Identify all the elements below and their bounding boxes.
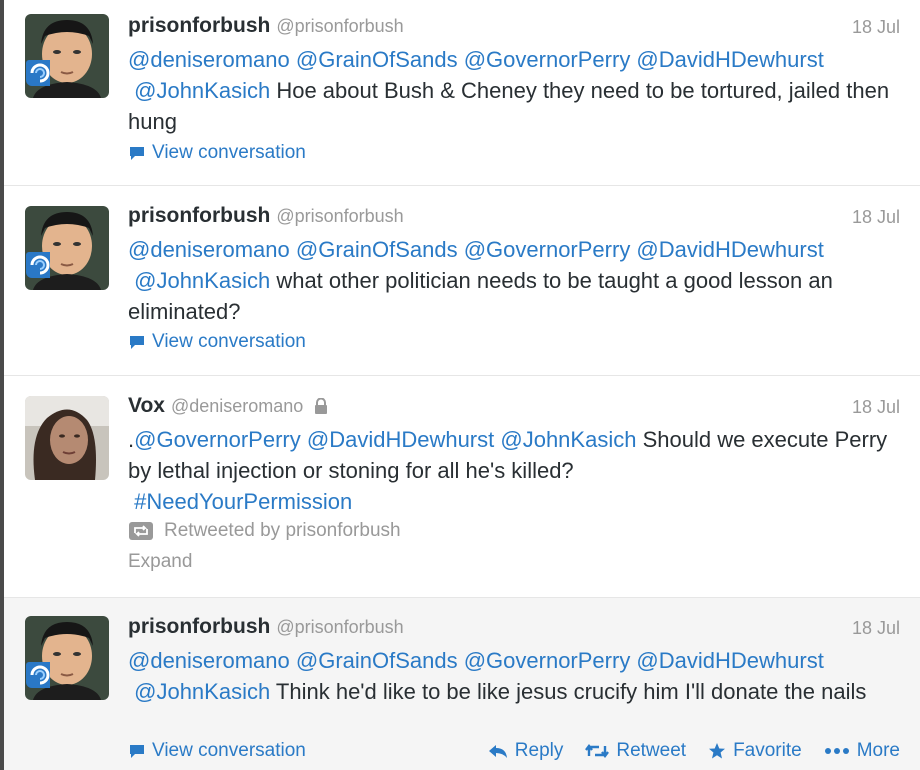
- tweet-text: @deniseromano @GrainOfSands @GovernorPer…: [128, 234, 898, 327]
- mention-link[interactable]: @JohnKasich: [134, 268, 270, 293]
- more-button[interactable]: More: [824, 740, 900, 762]
- speech-bubble-icon: [130, 147, 144, 160]
- reply-icon: [488, 745, 507, 758]
- display-name[interactable]: Vox: [128, 394, 165, 417]
- tweet-actions: Reply Retweet Favorite More: [488, 740, 900, 762]
- tweet-body: Think he'd like to be like jesus crucify…: [275, 679, 867, 704]
- tweet-item[interactable]: prisonforbush @prisonforbush 18 Jul @deni…: [4, 186, 920, 376]
- user-handle[interactable]: @deniseromano: [171, 396, 303, 416]
- mention-link[interactable]: @JohnKasich: [500, 427, 636, 452]
- timestamp[interactable]: 18 Jul: [852, 397, 900, 418]
- user-handle[interactable]: @prisonforbush: [276, 206, 403, 226]
- tweet-item[interactable]: Vox @deniseromano 18 Jul .@GovernorPerry …: [4, 376, 920, 598]
- avatar[interactable]: [25, 396, 109, 480]
- retweet-button[interactable]: Retweet: [585, 740, 686, 762]
- user-handle[interactable]: @prisonforbush: [276, 16, 403, 36]
- mention-link[interactable]: @DavidHDewhurst: [307, 427, 494, 452]
- view-conversation-link[interactable]: View conversation: [128, 740, 306, 762]
- mention-link[interactable]: @JohnKasich: [134, 78, 270, 103]
- mention-link[interactable]: @GovernorPerry: [134, 427, 301, 452]
- lock-icon: [314, 398, 327, 414]
- tweet-header: Vox @deniseromano 18 Jul: [128, 394, 900, 422]
- tweet-text: .@GovernorPerry @DavidHDewhurst @JohnKas…: [128, 424, 898, 517]
- hashtag-link[interactable]: #NeedYourPermission: [134, 489, 352, 514]
- tweet-text: @deniseromano @GrainOfSands @GovernorPer…: [128, 645, 898, 707]
- timestamp[interactable]: 18 Jul: [852, 207, 900, 228]
- retweet-icon: [585, 744, 610, 758]
- display-name[interactable]: prisonforbush: [128, 615, 270, 638]
- reply-button[interactable]: Reply: [488, 740, 563, 762]
- tweet-text: @deniseromano @GrainOfSands @GovernorPer…: [128, 44, 898, 137]
- speech-bubble-icon: [130, 745, 144, 758]
- mention-links[interactable]: @deniseromano @GrainOfSands @GovernorPer…: [128, 47, 824, 72]
- verified-badge-icon: [26, 60, 50, 86]
- timestamp[interactable]: 18 Jul: [852, 618, 900, 639]
- user-handle[interactable]: @prisonforbush: [276, 617, 403, 637]
- speech-bubble-icon: [130, 336, 144, 349]
- star-icon: [709, 743, 726, 759]
- mention-link[interactable]: @JohnKasich: [134, 679, 270, 704]
- retweet-icon: [129, 522, 153, 540]
- retweeted-by: Retweeted by prisonforbush: [128, 520, 401, 542]
- timestamp[interactable]: 18 Jul: [852, 17, 900, 38]
- verified-badge-icon: [26, 252, 50, 278]
- expand-link[interactable]: Expand: [128, 551, 192, 573]
- tweet-item[interactable]: prisonforbush @prisonforbush 18 Jul @deni…: [4, 0, 920, 186]
- display-name[interactable]: prisonforbush: [128, 204, 270, 227]
- mention-links[interactable]: @deniseromano @GrainOfSands @GovernorPer…: [128, 648, 824, 673]
- verified-badge-icon: [26, 662, 50, 688]
- mention-links[interactable]: @deniseromano @GrainOfSands @GovernorPer…: [128, 237, 824, 262]
- view-conversation-link[interactable]: View conversation: [128, 331, 306, 353]
- tweet-header: prisonforbush @prisonforbush 18 Jul: [128, 204, 900, 232]
- tweet-item[interactable]: prisonforbush @prisonforbush 18 Jul @deni…: [4, 598, 920, 770]
- favorite-button[interactable]: Favorite: [708, 740, 802, 762]
- more-dots-icon: [824, 748, 849, 754]
- tweet-header: prisonforbush @prisonforbush 18 Jul: [128, 615, 900, 643]
- view-conversation-link[interactable]: View conversation: [128, 142, 306, 164]
- display-name[interactable]: prisonforbush: [128, 14, 270, 37]
- tweet-header: prisonforbush @prisonforbush 18 Jul: [128, 14, 900, 42]
